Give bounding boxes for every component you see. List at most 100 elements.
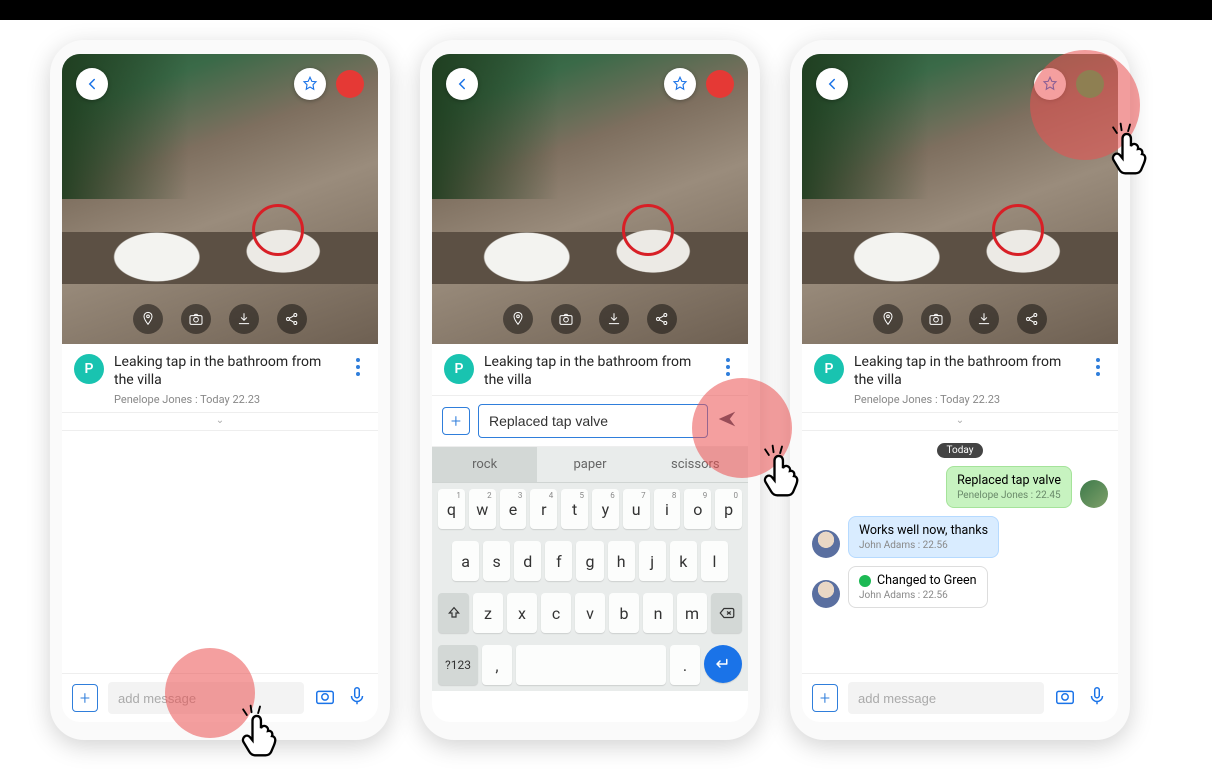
key-t[interactable]: t5 bbox=[561, 489, 588, 529]
location-button[interactable] bbox=[503, 304, 533, 334]
voice-input-button[interactable] bbox=[346, 685, 368, 711]
back-button[interactable] bbox=[76, 68, 108, 100]
suggestion-1[interactable]: rock bbox=[432, 447, 537, 482]
camera-input-button[interactable] bbox=[1054, 685, 1076, 711]
download-button[interactable] bbox=[599, 304, 629, 334]
favorite-button[interactable] bbox=[1034, 68, 1066, 100]
star-icon bbox=[671, 75, 689, 93]
key-b[interactable]: b bbox=[609, 593, 639, 633]
key-l[interactable]: l bbox=[701, 541, 728, 581]
key-w[interactable]: w2 bbox=[469, 489, 496, 529]
task-byline: Penelope Jones : Today 22.23 bbox=[114, 393, 340, 406]
message-input-bar: + bbox=[62, 673, 378, 722]
voice-input-button[interactable] bbox=[1086, 685, 1108, 711]
favorite-button[interactable] bbox=[664, 68, 696, 100]
message-meta: John Adams : 22.56 bbox=[859, 590, 977, 601]
key-r[interactable]: r4 bbox=[530, 489, 557, 529]
task-photo[interactable] bbox=[62, 54, 378, 344]
task-menu-button[interactable] bbox=[350, 354, 366, 406]
message-input[interactable] bbox=[108, 682, 304, 714]
add-attachment-button[interactable]: + bbox=[72, 684, 98, 712]
key-e[interactable]: e3 bbox=[500, 489, 527, 529]
download-button[interactable] bbox=[229, 304, 259, 334]
key-s[interactable]: s bbox=[483, 541, 510, 581]
camera-icon bbox=[188, 311, 204, 327]
photo-annotation-circle bbox=[252, 204, 304, 256]
share-icon bbox=[284, 311, 300, 327]
expand-chevron[interactable]: ⌄ bbox=[62, 413, 378, 431]
key-shift[interactable] bbox=[438, 593, 469, 633]
message-row: Works well now, thanks John Adams : 22.5… bbox=[812, 516, 1108, 558]
send-icon bbox=[716, 408, 738, 430]
camera-button[interactable] bbox=[551, 304, 581, 334]
share-button[interactable] bbox=[647, 304, 677, 334]
key-m[interactable]: m bbox=[677, 593, 707, 633]
avatar[interactable] bbox=[1080, 480, 1108, 508]
camera-button[interactable] bbox=[921, 304, 951, 334]
key-enter[interactable] bbox=[704, 645, 742, 683]
key-period[interactable]: . bbox=[670, 645, 700, 685]
task-menu-button[interactable] bbox=[1090, 354, 1106, 406]
suggestion-2[interactable]: paper bbox=[537, 447, 642, 482]
key-symbols[interactable]: ?123 bbox=[438, 645, 478, 685]
key-space[interactable] bbox=[516, 645, 666, 685]
share-button[interactable] bbox=[277, 304, 307, 334]
status-indicator-red[interactable] bbox=[706, 70, 734, 98]
location-button[interactable] bbox=[873, 304, 903, 334]
back-button[interactable] bbox=[816, 68, 848, 100]
key-h[interactable]: h bbox=[608, 541, 635, 581]
task-photo[interactable] bbox=[802, 54, 1118, 344]
location-button[interactable] bbox=[133, 304, 163, 334]
back-button[interactable] bbox=[446, 68, 478, 100]
key-y[interactable]: y6 bbox=[592, 489, 619, 529]
phone-1: P Leaking tap in the bathroom from the v… bbox=[50, 40, 390, 740]
key-z[interactable]: z bbox=[473, 593, 503, 633]
task-menu-button[interactable] bbox=[720, 354, 736, 389]
key-p[interactable]: p0 bbox=[715, 489, 742, 529]
key-d[interactable]: d bbox=[514, 541, 541, 581]
page-black-bar bbox=[0, 0, 1212, 20]
author-avatar[interactable]: P bbox=[74, 354, 104, 384]
key-f[interactable]: f bbox=[545, 541, 572, 581]
key-comma[interactable]: , bbox=[482, 645, 512, 685]
author-avatar[interactable]: P bbox=[444, 354, 474, 384]
message-text: Replaced tap valve bbox=[957, 473, 1061, 488]
compose-input[interactable] bbox=[478, 404, 708, 438]
download-button[interactable] bbox=[969, 304, 999, 334]
avatar[interactable] bbox=[812, 580, 840, 608]
message-bubble[interactable]: Replaced tap valve Penelope Jones : 22.4… bbox=[946, 466, 1072, 508]
favorite-button[interactable] bbox=[294, 68, 326, 100]
author-avatar[interactable]: P bbox=[814, 354, 844, 384]
key-u[interactable]: u7 bbox=[623, 489, 650, 529]
key-backspace[interactable] bbox=[711, 593, 742, 633]
key-v[interactable]: v bbox=[575, 593, 605, 633]
key-c[interactable]: c bbox=[541, 593, 571, 633]
key-a[interactable]: a bbox=[452, 541, 479, 581]
message-bubble[interactable]: Works well now, thanks John Adams : 22.5… bbox=[848, 516, 999, 558]
status-indicator-red[interactable] bbox=[336, 70, 364, 98]
send-button[interactable] bbox=[716, 408, 738, 434]
message-input[interactable] bbox=[848, 682, 1044, 714]
key-k[interactable]: k bbox=[670, 541, 697, 581]
suggestion-3[interactable]: scissors bbox=[643, 447, 748, 482]
key-o[interactable]: o9 bbox=[684, 489, 711, 529]
camera-button[interactable] bbox=[181, 304, 211, 334]
message-bubble[interactable]: Changed to Green John Adams : 22.56 bbox=[848, 566, 988, 608]
key-j[interactable]: j bbox=[639, 541, 666, 581]
camera-input-button[interactable] bbox=[314, 685, 336, 711]
share-button[interactable] bbox=[1017, 304, 1047, 334]
key-g[interactable]: g bbox=[576, 541, 603, 581]
add-attachment-button[interactable]: + bbox=[812, 684, 838, 712]
status-indicator-green[interactable] bbox=[1076, 70, 1104, 98]
camera-icon bbox=[928, 311, 944, 327]
expand-chevron[interactable]: ⌄ bbox=[802, 413, 1118, 431]
avatar[interactable] bbox=[812, 530, 840, 558]
add-attachment-button[interactable]: + bbox=[442, 407, 470, 435]
key-x[interactable]: x bbox=[507, 593, 537, 633]
key-q[interactable]: q1 bbox=[438, 489, 465, 529]
task-photo[interactable] bbox=[432, 54, 748, 344]
task-title: Leaking tap in the bathroom from the vil… bbox=[114, 354, 340, 389]
key-i[interactable]: i8 bbox=[654, 489, 681, 529]
key-n[interactable]: n bbox=[643, 593, 673, 633]
pin-icon bbox=[510, 311, 526, 327]
